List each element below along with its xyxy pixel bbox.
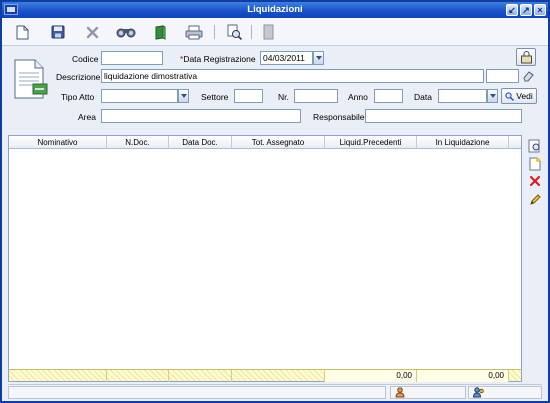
anno-input[interactable]	[374, 89, 403, 103]
totals-in-liquidazione: 0,00	[417, 370, 509, 382]
toolbar-separator	[251, 25, 252, 39]
status-panel-user	[390, 386, 466, 399]
nr-input[interactable]	[294, 89, 338, 103]
print-icon[interactable]	[184, 23, 204, 41]
add-record-icon[interactable]	[528, 157, 542, 173]
column-header[interactable]: Liquid.Precedenti	[325, 136, 417, 149]
status-bar	[8, 384, 542, 399]
descrizione-label: Descrizione	[56, 72, 101, 82]
view-record-icon[interactable]	[528, 139, 542, 155]
data-registrazione-label-text: Data Registrazione	[183, 54, 256, 64]
anno-label: Anno	[348, 92, 368, 102]
totals-liquid-precedenti: 0,00	[325, 370, 417, 382]
save-icon[interactable]	[48, 23, 68, 41]
window-title: Liquidazioni	[247, 4, 303, 15]
codice-label: Codice	[72, 54, 99, 64]
totals-cell	[169, 370, 232, 382]
users-icon	[473, 387, 484, 398]
grid-totals-row: 0,00 0,00	[9, 369, 521, 382]
totals-cell	[232, 370, 325, 382]
grid-header: Nominativo N.Doc. Data Doc. Tot. Assegna…	[9, 136, 521, 149]
search-binoculars-icon[interactable]	[116, 23, 136, 41]
lock-button[interactable]	[516, 48, 536, 66]
book-icon[interactable]	[150, 23, 170, 41]
edit-record-icon[interactable]	[529, 193, 541, 208]
document-form-icon	[13, 58, 49, 102]
copy-icon[interactable]	[258, 23, 278, 41]
liquidazioni-grid[interactable]: Nominativo N.Doc. Data Doc. Tot. Assegna…	[8, 135, 522, 382]
new-document-icon[interactable]	[12, 23, 32, 41]
close-icon[interactable]: ×	[534, 4, 546, 16]
print-preview-icon[interactable]	[224, 23, 244, 41]
data-label: Data	[414, 92, 432, 102]
title-bar[interactable]: Liquidazioni ↙ ↗ ×	[2, 2, 548, 18]
responsabile-input[interactable]	[365, 109, 522, 123]
totals-cell	[107, 370, 169, 382]
column-header[interactable]: Data Doc.	[169, 136, 232, 149]
data-registrazione-input[interactable]: 04/03/2011	[260, 51, 313, 65]
column-header[interactable]: Nominativo	[9, 136, 107, 149]
user-icon	[395, 387, 405, 398]
data-registrazione-label: *Data Registrazione	[180, 54, 256, 64]
lock-icon	[520, 50, 532, 63]
tipo-atto-label: Tipo Atto	[61, 92, 95, 102]
data-registrazione-dropdown[interactable]	[313, 51, 324, 65]
tipo-atto-select[interactable]	[101, 89, 178, 103]
settore-input[interactable]	[234, 89, 263, 103]
area-label: Area	[78, 112, 96, 122]
vedi-button[interactable]: Vedi	[501, 88, 537, 104]
area-input[interactable]	[101, 109, 301, 123]
status-panel-main	[8, 386, 386, 399]
maximize-icon[interactable]: ↗	[520, 4, 532, 16]
remove-record-icon[interactable]	[529, 175, 541, 189]
nr-label: Nr.	[278, 92, 289, 102]
minimize-icon[interactable]: ↙	[506, 4, 518, 16]
codice-input[interactable]	[101, 51, 163, 65]
totals-cell	[9, 370, 107, 382]
toolbar-separator	[214, 25, 215, 39]
column-header[interactable]: N.Doc.	[107, 136, 169, 149]
liquidazioni-window: Liquidazioni ↙ ↗ × Codice *Data Registra…	[0, 0, 550, 403]
magnifier-icon	[505, 91, 515, 101]
tipo-atto-dropdown[interactable]	[178, 89, 189, 103]
status-panel-group	[468, 386, 542, 399]
eraser-icon[interactable]	[522, 70, 535, 84]
delete-icon[interactable]	[82, 23, 102, 41]
column-header[interactable]: Tot. Assegnato	[232, 136, 325, 149]
column-header[interactable]: In Liquidazione	[417, 136, 509, 149]
data-dropdown[interactable]	[487, 89, 498, 103]
descrizione-input[interactable]: liquidazione dimostrativa	[101, 69, 484, 83]
descrizione-extra-input[interactable]	[486, 69, 519, 83]
responsabile-label: Responsabile	[313, 112, 365, 122]
toolbar	[2, 18, 548, 46]
settore-label: Settore	[201, 92, 229, 102]
data-input[interactable]	[438, 89, 487, 103]
vedi-label: Vedi	[516, 91, 533, 101]
